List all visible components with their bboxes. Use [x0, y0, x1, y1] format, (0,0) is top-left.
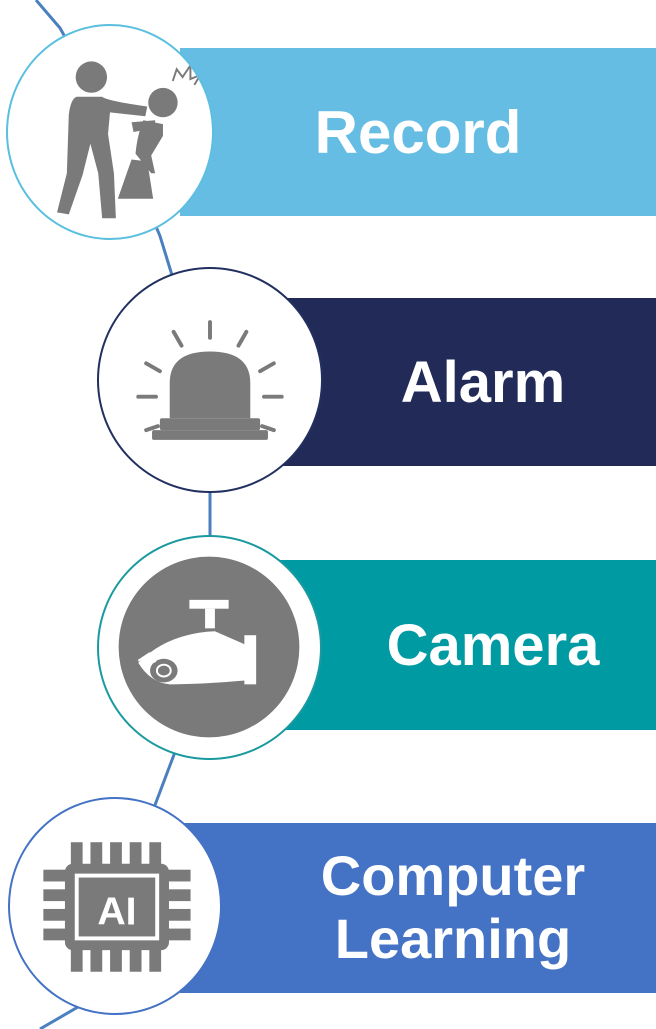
- alarm-circle: [97, 267, 323, 493]
- camera-banner: Camera: [270, 560, 656, 730]
- computer-learning-label-line2: Learning: [334, 907, 572, 970]
- alarm-label: Alarm: [400, 349, 566, 415]
- siren-icon: [136, 320, 284, 440]
- record-banner: Record: [180, 48, 656, 216]
- computer-learning-banner: Computer Learning: [180, 823, 656, 993]
- computer-learning-label-line1: Computer: [320, 844, 586, 908]
- security-camera-icon: [118, 556, 300, 738]
- record-circle: [6, 24, 214, 240]
- camera-label: Camera: [386, 612, 600, 678]
- computer-learning-circle: AI: [8, 797, 222, 1015]
- camera-circle: [97, 535, 322, 760]
- assault-figures-icon: [57, 61, 203, 219]
- ai-chip-icon: AI: [43, 842, 191, 972]
- chip-text: AI: [97, 890, 136, 934]
- alarm-banner: Alarm: [270, 298, 656, 466]
- record-label: Record: [314, 98, 522, 166]
